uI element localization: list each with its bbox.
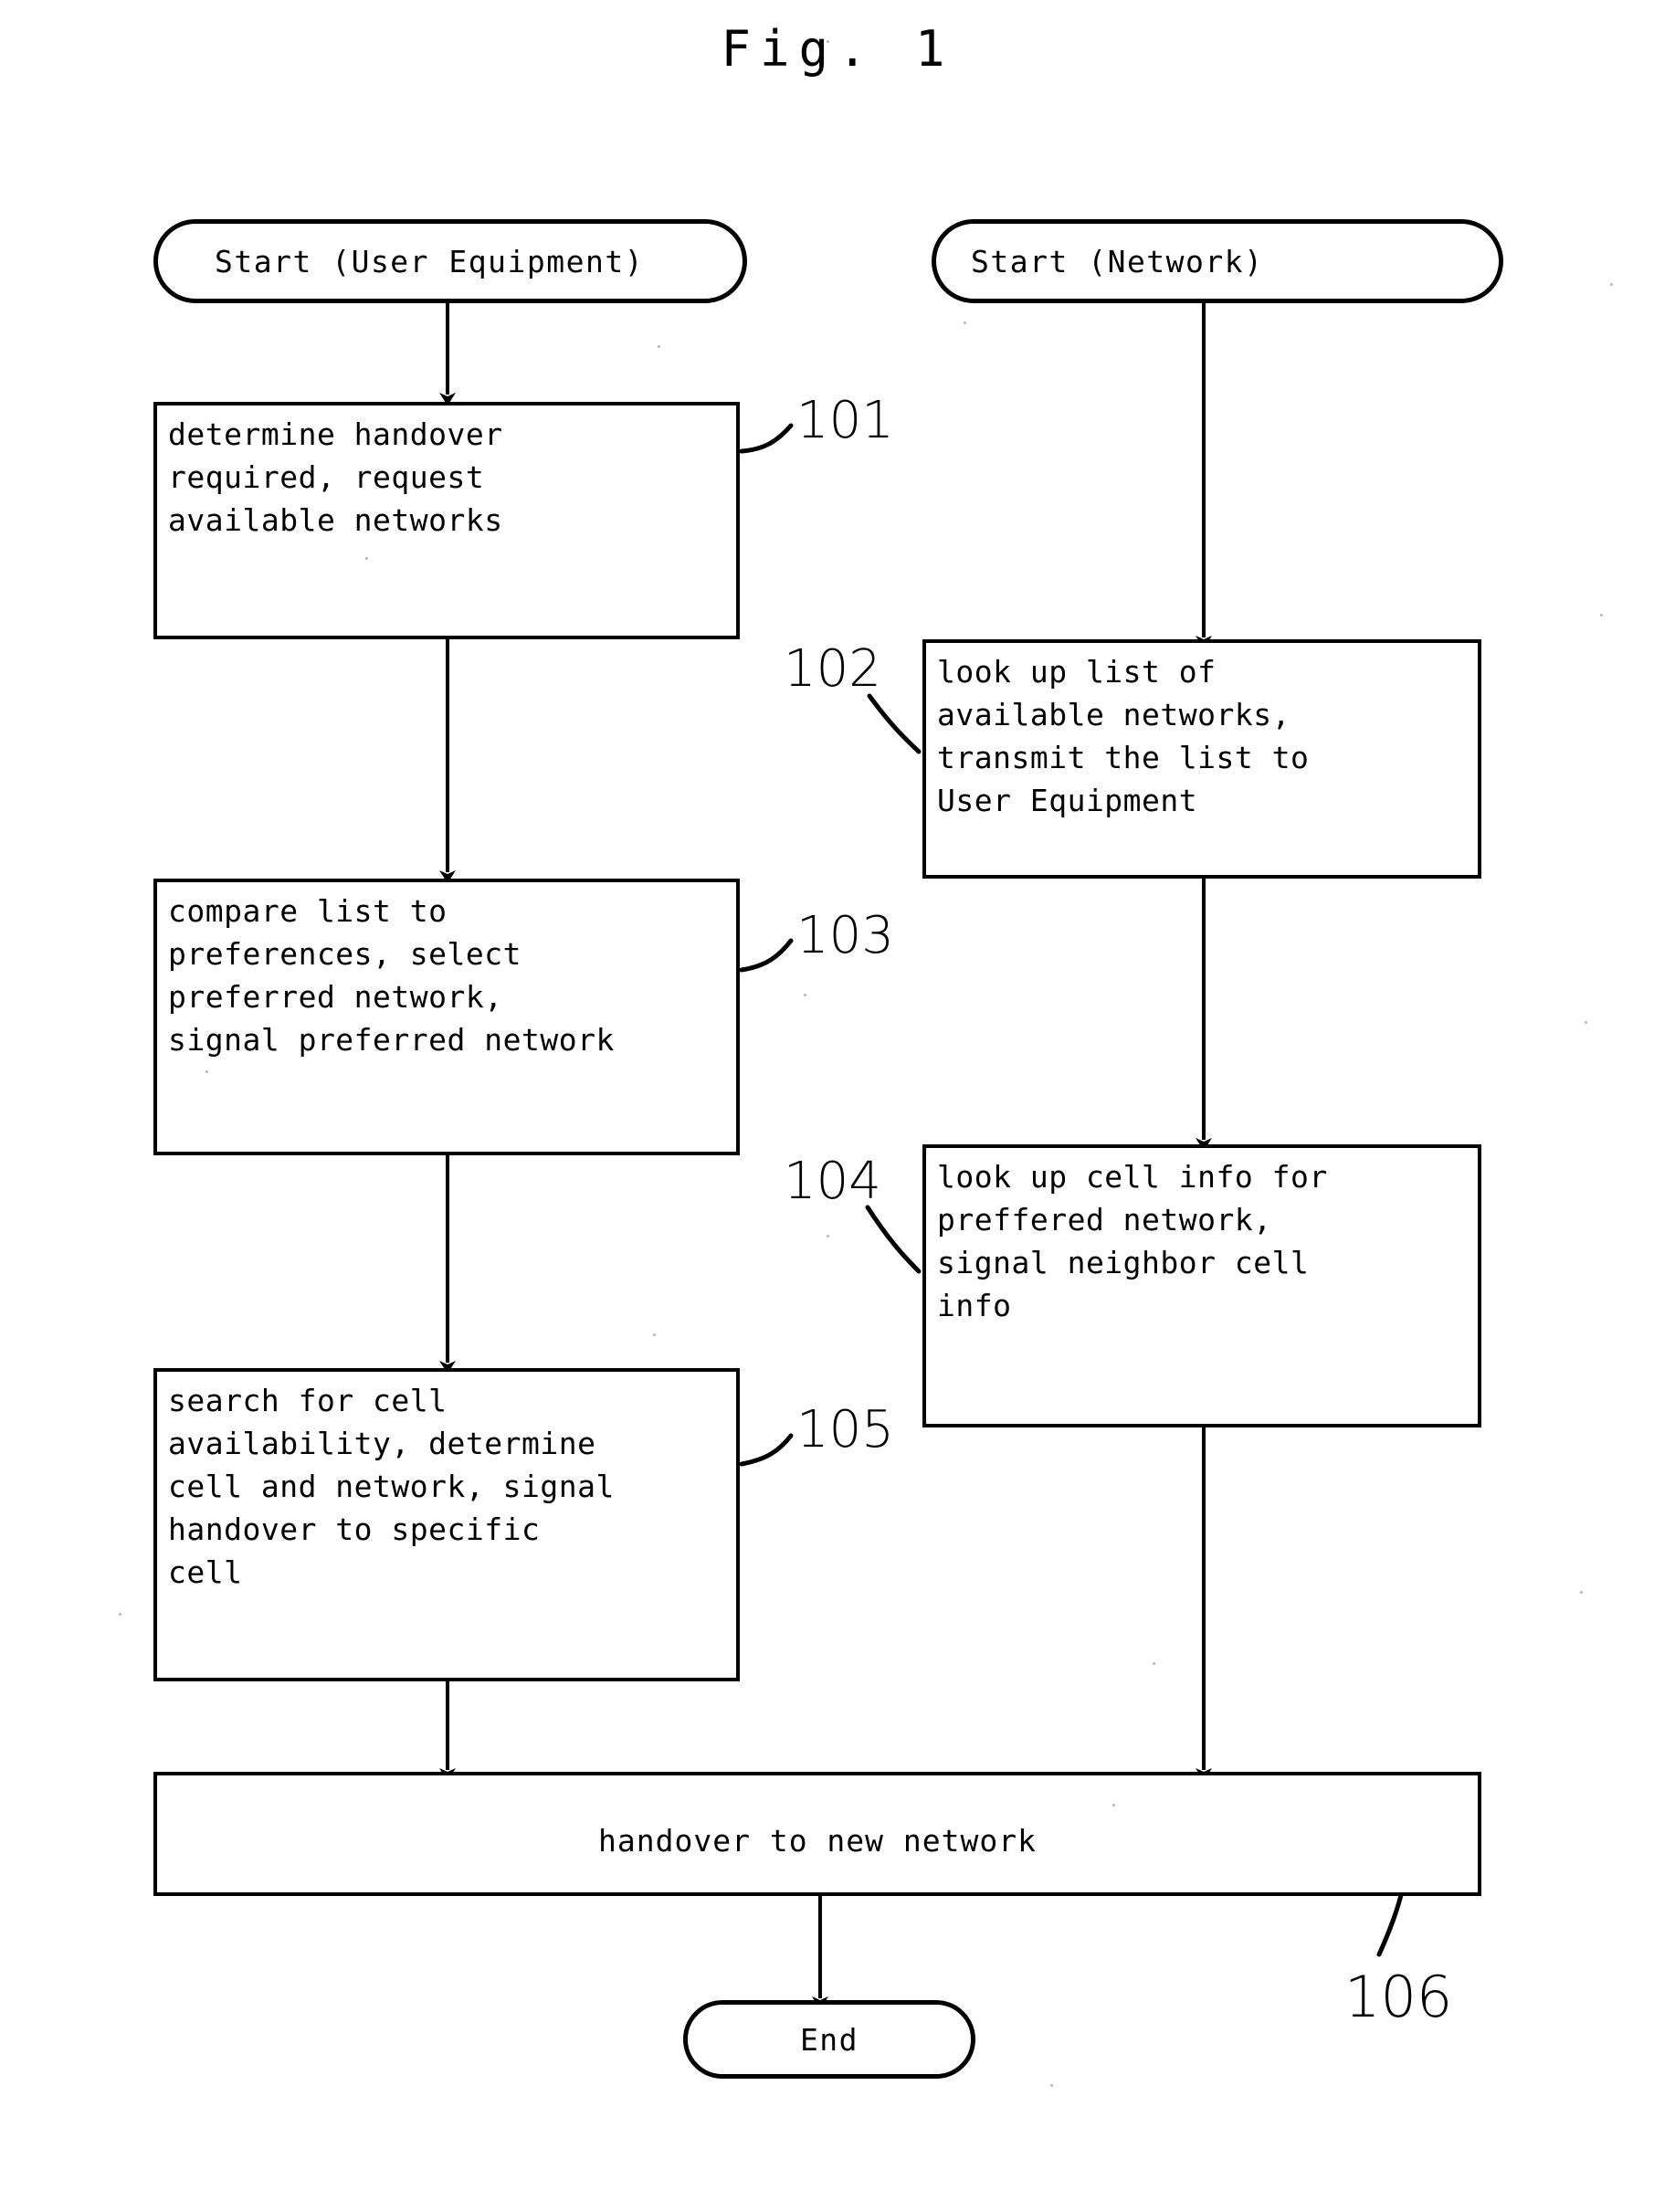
patent-figure-page: Fig. 1 Start (User Equipment) Start (Net…	[0, 0, 1675, 2212]
scan-speckle	[1600, 614, 1603, 616]
node-end-label: End	[799, 2021, 859, 2058]
scan-speckle	[964, 321, 966, 324]
ref-numeral-103: 103	[796, 906, 894, 965]
scan-speckle	[1153, 1662, 1155, 1665]
node-step-101-text: determine handover required, request ava…	[168, 416, 503, 538]
node-step-104: look up cell info for preffered network,…	[922, 1144, 1481, 1427]
node-end: End	[683, 2000, 975, 2079]
node-step-106-text: handover to new network	[598, 1823, 1037, 1859]
scan-speckle	[804, 994, 806, 996]
node-step-105-text: search for cell availability, determine …	[168, 1383, 615, 1590]
node-start-network: Start (Network)	[932, 219, 1503, 303]
scan-speckle	[1585, 1021, 1587, 1024]
scan-speckle	[205, 1070, 208, 1073]
scan-speckle	[658, 345, 660, 348]
node-start-network-label: Start (Network)	[971, 243, 1264, 279]
figure-title: Fig. 1	[721, 20, 954, 78]
node-step-106: handover to new network	[153, 1772, 1481, 1896]
node-start-user-equipment-label: Start (User Equipment)	[215, 243, 645, 279]
node-start-user-equipment: Start (User Equipment)	[153, 219, 747, 303]
ref-numeral-106: 106	[1344, 1964, 1453, 2030]
scan-speckle	[119, 1613, 121, 1616]
scan-speckle	[1580, 1591, 1583, 1594]
ref-numeral-101: 101	[796, 391, 894, 450]
scan-speckle	[653, 1333, 656, 1336]
node-step-102: look up list of available networks, tran…	[922, 639, 1481, 879]
node-step-101: determine handover required, request ava…	[153, 402, 740, 639]
scan-speckle	[1610, 283, 1613, 286]
node-step-105: search for cell availability, determine …	[153, 1368, 740, 1681]
scan-speckle	[827, 40, 829, 43]
scan-speckle	[1050, 2084, 1053, 2087]
node-step-104-text: look up cell info for preffered network,…	[937, 1159, 1328, 1323]
node-step-103-text: compare list to preferences, select pref…	[168, 893, 615, 1058]
ref-numeral-104: 104	[784, 1152, 881, 1211]
scan-speckle	[827, 1235, 829, 1238]
ref-numeral-105: 105	[796, 1400, 894, 1459]
scan-speckle	[1112, 1804, 1115, 1806]
node-step-102-text: look up list of available networks, tran…	[937, 654, 1310, 818]
ref-numeral-102: 102	[784, 639, 881, 699]
node-step-103: compare list to preferences, select pref…	[153, 879, 740, 1155]
scan-speckle	[365, 557, 368, 560]
